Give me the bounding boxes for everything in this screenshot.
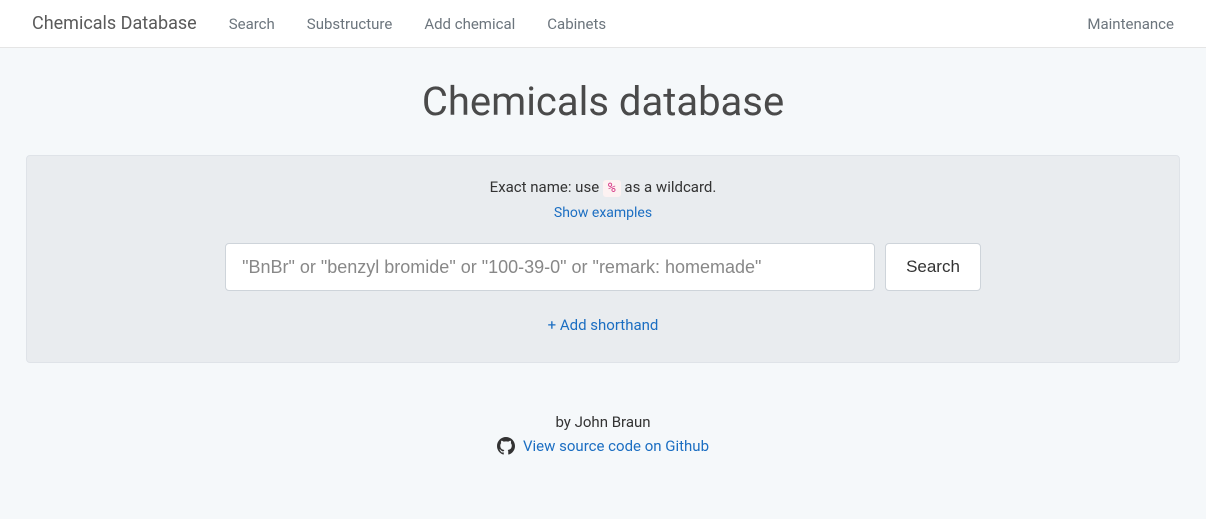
show-examples-link[interactable]: Show examples (554, 205, 652, 221)
page-title: Chemicals database (26, 78, 1180, 125)
github-icon (497, 437, 515, 455)
search-hint: Exact name: use % as a wildcard. (47, 178, 1159, 196)
search-row: Search (47, 243, 1159, 291)
nav-brand[interactable]: Chemicals Database (16, 1, 213, 46)
nav-item-cabinets[interactable]: Cabinets (531, 3, 622, 45)
byline: by John Braun (26, 413, 1180, 431)
nav-item-maintenance[interactable]: Maintenance (1071, 3, 1190, 45)
search-input[interactable] (225, 243, 875, 291)
wildcard-char: % (603, 180, 621, 197)
main-container: Chemicals database Exact name: use % as … (0, 48, 1206, 459)
nav-left: Chemicals Database Search Substructure A… (16, 1, 622, 46)
nav-right: Maintenance (1071, 3, 1190, 45)
hint-suffix: as a wildcard. (621, 178, 717, 196)
hint-prefix: Exact name: use (490, 178, 603, 196)
navbar: Chemicals Database Search Substructure A… (0, 0, 1206, 48)
add-shorthand-link[interactable]: + Add shorthand (548, 316, 659, 334)
source-line: View source code on Github (497, 437, 709, 455)
search-button[interactable]: Search (885, 243, 981, 291)
nav-item-search[interactable]: Search (213, 3, 291, 45)
search-panel: Exact name: use % as a wildcard. Show ex… (26, 155, 1180, 363)
nav-item-substructure[interactable]: Substructure (291, 3, 409, 45)
footer: by John Braun View source code on Github (26, 413, 1180, 459)
source-code-link[interactable]: View source code on Github (523, 437, 709, 455)
nav-item-add-chemical[interactable]: Add chemical (408, 3, 531, 45)
